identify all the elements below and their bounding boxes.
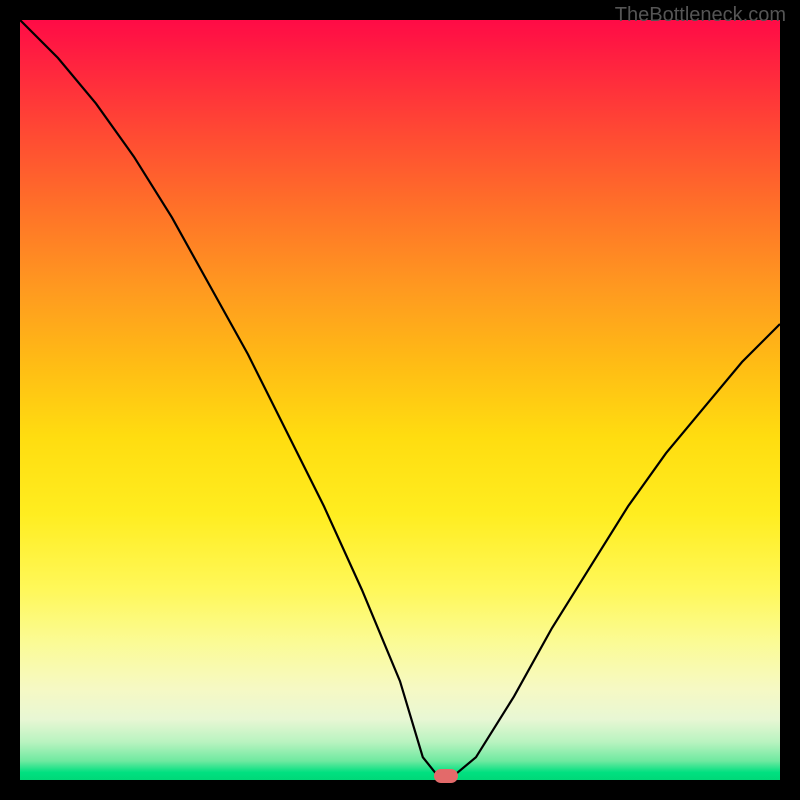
- bottleneck-curve: [20, 20, 780, 780]
- chart-plot-area: [20, 20, 780, 780]
- optimal-point-marker: [434, 769, 458, 783]
- watermark-text: TheBottleneck.com: [615, 4, 786, 27]
